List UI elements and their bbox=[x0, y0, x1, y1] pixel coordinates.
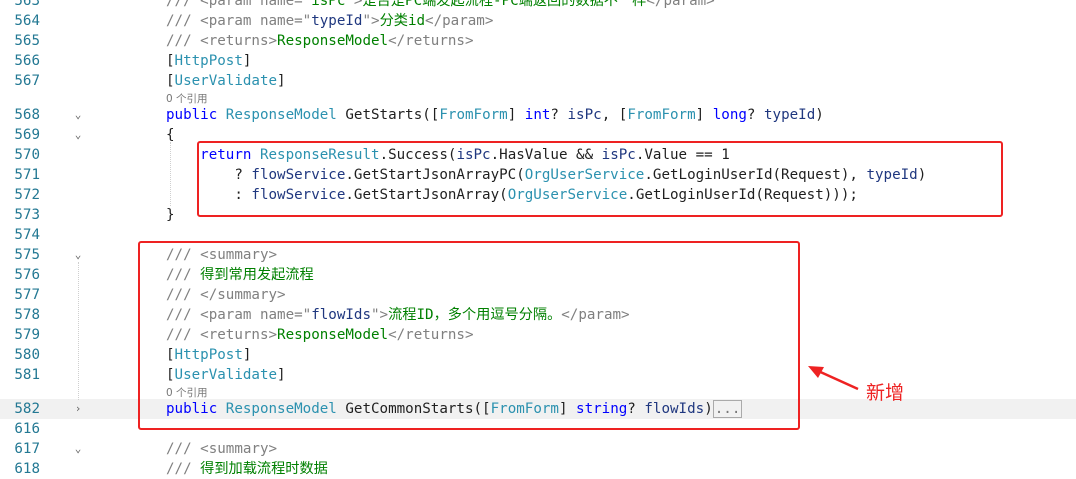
line-number: 574 bbox=[14, 227, 40, 243]
fold-collapse-icon[interactable]: ⌄ bbox=[72, 439, 84, 459]
code-token: [ bbox=[166, 73, 175, 89]
code-token: public bbox=[166, 107, 226, 123]
code-line[interactable]: 563 /// <param name="isPc">是否是PC端发起流程-PC端… bbox=[0, 0, 1076, 11]
code-token: 得到加载流程时数据 bbox=[200, 461, 328, 477]
line-number: 569 bbox=[14, 127, 40, 143]
code-text: [HttpPost] bbox=[166, 51, 251, 71]
code-token: typeId bbox=[764, 107, 816, 123]
line-number: 575 bbox=[14, 247, 40, 263]
code-token: FromForm bbox=[627, 107, 696, 123]
line-number: 576 bbox=[14, 267, 40, 283]
annotation-arrow-icon bbox=[808, 366, 859, 391]
code-text: /// <param name="isPc">是否是PC端发起流程-PC端返回的… bbox=[166, 0, 715, 11]
line-number: 568 bbox=[14, 107, 40, 123]
code-text: /// <param name="typeId">分类id</param> bbox=[166, 11, 493, 31]
code-token: typeId bbox=[311, 13, 363, 29]
code-text: /// 得到加载流程时数据 bbox=[166, 459, 328, 479]
line-number: 566 bbox=[14, 53, 40, 69]
code-token: int bbox=[524, 107, 551, 123]
code-token: , [ bbox=[601, 107, 628, 123]
line-number: 582 bbox=[14, 401, 40, 417]
code-line[interactable]: 566 [HttpPost] bbox=[0, 51, 1076, 71]
code-token: 分类id bbox=[379, 13, 426, 29]
line-number: 617 bbox=[14, 441, 40, 457]
line-number: 618 bbox=[14, 461, 40, 477]
fold-expand-icon[interactable]: › bbox=[72, 399, 84, 419]
line-number: 564 bbox=[14, 13, 40, 29]
line-number: 579 bbox=[14, 327, 40, 343]
line-number: 565 bbox=[14, 33, 40, 49]
line-number: 571 bbox=[14, 167, 40, 183]
line-number: 572 bbox=[14, 187, 40, 203]
code-token: /// bbox=[166, 461, 201, 477]
line-number: 581 bbox=[14, 367, 40, 383]
code-line[interactable]: 618 /// 得到加载流程时数据 bbox=[0, 459, 1076, 479]
code-token: 是否是PC端发起流程-PC端返回的数据不一样 bbox=[362, 0, 647, 9]
code-token: ] bbox=[277, 73, 286, 89]
code-token: /// <returns> bbox=[166, 33, 278, 49]
code-token: ? bbox=[550, 107, 568, 123]
codelens-references[interactable]: 0 个引用 bbox=[0, 93, 1076, 105]
highlight-box-return bbox=[197, 141, 1003, 217]
code-line[interactable]: 568 ⌄ public ResponseModel GetStarts([From… bbox=[0, 105, 1076, 125]
code-line[interactable]: 564 /// <param name="typeId">分类id</param> bbox=[0, 11, 1076, 31]
code-line[interactable]: 617 ⌄ /// <summary> bbox=[0, 439, 1076, 459]
code-token: GetStarts([ bbox=[345, 107, 440, 123]
code-line[interactable]: 565 /// <returns>ResponseModel</returns> bbox=[0, 31, 1076, 51]
code-token: </returns> bbox=[388, 33, 474, 49]
line-number: 563 bbox=[14, 0, 40, 9]
code-token: ] bbox=[695, 107, 713, 123]
line-number: 578 bbox=[14, 307, 40, 323]
line-number: 567 bbox=[14, 73, 40, 89]
code-token: </param> bbox=[425, 13, 494, 29]
code-token: HttpPost bbox=[174, 53, 243, 69]
code-token: ResponseModel bbox=[277, 33, 389, 49]
code-token: ] bbox=[242, 53, 252, 69]
line-number: 616 bbox=[14, 421, 40, 437]
code-token: </param> bbox=[646, 0, 715, 9]
code-token: ResponseModel bbox=[225, 107, 346, 123]
code-token: ) bbox=[815, 107, 824, 123]
codelens-text[interactable]: 0 个引用 bbox=[166, 93, 208, 105]
line-number: 580 bbox=[14, 347, 40, 363]
code-text: } bbox=[166, 205, 175, 225]
fold-collapse-icon[interactable]: ⌄ bbox=[72, 125, 84, 145]
code-token: ? bbox=[746, 107, 765, 123]
code-token: UserValidate bbox=[174, 73, 278, 89]
code-token: /// <param name= bbox=[166, 0, 303, 9]
code-token: /// <summary> bbox=[166, 441, 278, 457]
annotation-label: 新增 bbox=[866, 382, 905, 404]
code-text: public ResponseModel GetStarts([FromForm… bbox=[166, 105, 824, 125]
fold-collapse-icon[interactable]: ⌄ bbox=[72, 105, 84, 125]
code-text: /// <returns>ResponseModel</returns> bbox=[166, 31, 474, 51]
code-text: [UserValidate] bbox=[166, 71, 286, 91]
code-token: ] bbox=[507, 107, 525, 123]
code-token: FromForm bbox=[439, 107, 508, 123]
code-text: /// <summary> bbox=[166, 439, 277, 459]
code-token: isPc bbox=[567, 107, 602, 123]
highlight-box-new-method bbox=[138, 241, 800, 430]
fold-guide bbox=[78, 262, 79, 400]
code-token: } bbox=[166, 207, 175, 223]
indent-guide bbox=[170, 142, 171, 206]
line-number: 570 bbox=[14, 147, 40, 163]
line-number: 573 bbox=[14, 207, 40, 223]
code-token: "> bbox=[362, 13, 380, 29]
code-token: [ bbox=[166, 53, 175, 69]
line-number: 577 bbox=[14, 287, 40, 303]
code-token: { bbox=[166, 127, 175, 143]
code-line[interactable]: 567 [UserValidate] bbox=[0, 71, 1076, 91]
code-token: "isPc" bbox=[302, 0, 354, 9]
code-token: long bbox=[712, 107, 747, 123]
code-token: /// <param name=" bbox=[166, 13, 312, 29]
